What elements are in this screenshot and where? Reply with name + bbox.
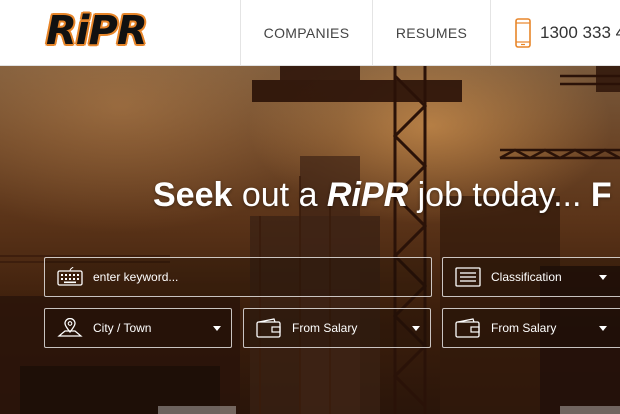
nav-divider	[490, 0, 491, 66]
chevron-down-icon	[599, 326, 607, 331]
phone-number: 1300 333 4	[540, 23, 620, 42]
list-icon	[455, 267, 481, 287]
phone-icon	[515, 18, 531, 48]
phone-contact[interactable]: 1300 333 4	[514, 18, 620, 48]
keyboard-icon	[57, 267, 83, 286]
headline-job-today: job today...	[408, 176, 591, 214]
wallet-icon	[256, 318, 281, 338]
chevron-down-icon	[412, 326, 420, 331]
construction-background	[0, 66, 620, 414]
hero-headline: Seek out a RiPR job today... F	[0, 176, 620, 215]
city-label: City / Town	[93, 321, 152, 335]
site-header: RiPR COMPANIES RESUMES 1300 333 4	[0, 0, 620, 66]
city-select[interactable]: City / Town	[44, 308, 232, 348]
headline-cutoff: F	[590, 176, 612, 214]
ripr-logo[interactable]: RiPR	[46, 8, 148, 54]
wallet-icon	[455, 318, 480, 338]
nav-companies-link[interactable]: COMPANIES	[241, 0, 372, 66]
to-salary-label: From Salary	[491, 321, 557, 335]
classification-label: Classification	[491, 270, 562, 284]
from-salary-label: From Salary	[292, 321, 358, 335]
headline-out-a: out a	[232, 176, 327, 214]
keyword-placeholder: enter keyword...	[93, 270, 179, 284]
from-salary-select[interactable]: From Salary	[243, 308, 431, 348]
map-pin-icon	[57, 318, 83, 337]
hero-banner: Seek out a RiPR job today... F enter key…	[0, 66, 620, 414]
headline-ripr: RiPR	[326, 176, 409, 214]
keyword-search-input[interactable]: enter keyword...	[44, 257, 432, 297]
classification-select[interactable]: Classification	[442, 257, 620, 297]
nav-resumes-link[interactable]: RESUMES	[373, 0, 490, 66]
chevron-down-icon	[213, 326, 221, 331]
headline-seek: Seek	[153, 176, 233, 214]
chevron-down-icon	[599, 275, 607, 280]
to-salary-select[interactable]: From Salary	[442, 308, 620, 348]
